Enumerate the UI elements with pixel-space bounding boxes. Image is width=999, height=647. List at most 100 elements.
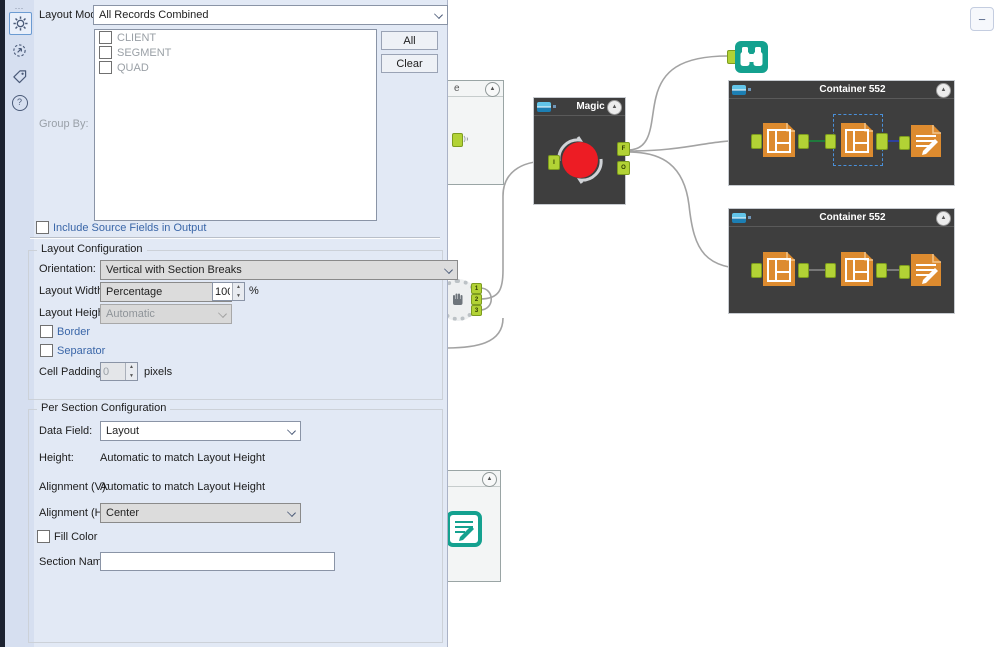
settings-gear-icon (13, 16, 28, 31)
layout-width-value: Percentage (106, 286, 162, 298)
teal-render-tool[interactable] (447, 509, 482, 549)
collapse-button[interactable]: ▲ (936, 211, 951, 226)
group-title: Per Section Configuration (37, 402, 170, 414)
all-button[interactable]: All (381, 31, 438, 50)
anchor-label: 1 (475, 286, 478, 292)
layout-tool-selected[interactable] (839, 121, 875, 159)
partial-container-bottom[interactable]: ▲ (447, 470, 501, 582)
render-tool[interactable] (909, 123, 943, 159)
stepper-down-icon[interactable]: ▼ (233, 292, 244, 301)
tool-output-anchor[interactable] (798, 134, 809, 149)
tab-annotation[interactable] (9, 66, 30, 87)
alignment-v-value: Automatic to match Layout Height (100, 481, 265, 493)
collapse-button[interactable]: ▲ (485, 82, 500, 97)
anchor-label: I (553, 160, 555, 166)
minimize-icon: − (978, 12, 986, 27)
alignment-h-select[interactable]: Center (100, 503, 301, 523)
canvas-minimize-button[interactable]: − (970, 7, 994, 31)
group-by-label: Group By: (39, 118, 89, 130)
partial-container-top[interactable]: e ▲ (447, 80, 504, 185)
wireless-annotation-icon (462, 133, 474, 145)
tool-output-anchor[interactable] (876, 133, 888, 150)
tool-input-anchor[interactable] (825, 263, 836, 278)
tab-configuration[interactable] (9, 12, 32, 35)
group-by-listbox[interactable]: CLIENT SEGMENT QUAD (94, 29, 377, 221)
anchor-label: 3 (475, 308, 478, 314)
binoculars-icon (735, 41, 768, 73)
cell-padding-unit: pixels (144, 366, 172, 378)
tool-output-anchor[interactable] (798, 263, 809, 278)
cell-padding-label: Cell Padding: (39, 366, 104, 378)
separator-checkbox[interactable] (40, 344, 53, 357)
height-label: Height: (39, 452, 74, 464)
collapse-arrow-icon: ▲ (941, 215, 947, 221)
layout-height-value: Automatic (106, 308, 155, 320)
alteryx-designer-window: − e ▲ 1 (0, 0, 999, 647)
section-name-field[interactable] (100, 552, 335, 571)
section-name-input[interactable] (101, 553, 340, 570)
data-field-value: Layout (106, 425, 139, 437)
annotation-tag-icon (12, 69, 27, 84)
checkbox[interactable] (99, 61, 112, 74)
stepper-arrows[interactable]: ▲▼ (232, 283, 244, 300)
tab-navigation[interactable] (9, 40, 30, 61)
chevron-down-icon (444, 265, 453, 274)
list-item-label: QUAD (117, 62, 149, 74)
macro-output-anchor-2[interactable]: 2 (471, 294, 482, 305)
layout-tool[interactable] (761, 121, 797, 159)
border-checkbox[interactable] (40, 325, 53, 338)
checkbox[interactable] (99, 46, 112, 59)
layout-width-amount-stepper[interactable]: ▲▼ (212, 282, 245, 301)
container-icon (537, 102, 551, 112)
magic-red-macro-tool[interactable] (554, 134, 606, 186)
container-magic[interactable]: Magic ▲ I F O (533, 97, 626, 205)
tool-input-anchor[interactable] (825, 134, 836, 149)
render-tool[interactable] (909, 252, 943, 288)
orientation-value: Vertical with Section Breaks (106, 264, 242, 276)
checkbox[interactable] (99, 31, 112, 44)
tool-output-anchor[interactable] (876, 263, 887, 278)
macro-output-anchor-1[interactable]: 1 (471, 283, 482, 294)
include-source-checkbox[interactable] (36, 221, 49, 234)
stepper-up-icon[interactable]: ▲ (233, 283, 244, 292)
list-item[interactable]: CLIENT (95, 30, 376, 45)
collapse-button[interactable]: ▲ (936, 83, 951, 98)
list-item-label: CLIENT (117, 32, 156, 44)
layout-tool[interactable] (839, 250, 875, 288)
layout-width-amount-input[interactable] (213, 283, 232, 300)
fill-color-checkbox[interactable] (37, 530, 50, 543)
help-question-icon: ? (12, 95, 28, 111)
magic-output-anchor-o[interactable]: O (617, 161, 630, 175)
height-value: Automatic to match Layout Height (100, 452, 265, 464)
alignment-h-label: Alignment (H): (39, 507, 109, 519)
list-item[interactable]: QUAD (95, 60, 376, 75)
collapse-button[interactable]: ▲ (482, 472, 497, 487)
clear-button[interactable]: Clear (381, 54, 438, 73)
magic-output-anchor-f[interactable]: F (617, 142, 630, 156)
partial-container-title: e (454, 83, 460, 94)
navigation-circle-arrow-icon (12, 43, 27, 58)
anchor-label: O (621, 165, 626, 171)
browse-binoculars-tool[interactable] (735, 41, 768, 73)
layout-width-label: Layout Width: (39, 285, 106, 297)
layout-mode-select[interactable]: All Records Combined (93, 5, 448, 25)
macro-output-anchor-3[interactable]: 3 (471, 305, 482, 316)
collapse-button[interactable]: ▲ (607, 100, 622, 115)
container-title: Container 552 (751, 212, 954, 223)
anchor-label: F (622, 146, 626, 152)
container-icon (732, 213, 746, 223)
configuration-panel: ⋯ (0, 0, 448, 647)
data-field-select[interactable]: Layout (100, 421, 301, 441)
magic-input-anchor[interactable]: I (548, 155, 560, 170)
workflow-canvas[interactable]: − e ▲ 1 (447, 0, 999, 647)
container-552-bottom[interactable]: Container 552 ▲ (728, 208, 955, 314)
orientation-select[interactable]: Vertical with Section Breaks (100, 260, 458, 280)
separator-label: Separator (57, 345, 105, 357)
list-item[interactable]: SEGMENT (95, 45, 376, 60)
tab-help[interactable]: ? (9, 92, 30, 113)
container-552-top[interactable]: Container 552 ▲ (728, 80, 955, 186)
layout-tool[interactable] (761, 250, 797, 288)
anchor-label: 2 (475, 297, 478, 303)
group-title: Layout Configuration (37, 243, 147, 255)
layout-width-unit: % (249, 285, 259, 297)
